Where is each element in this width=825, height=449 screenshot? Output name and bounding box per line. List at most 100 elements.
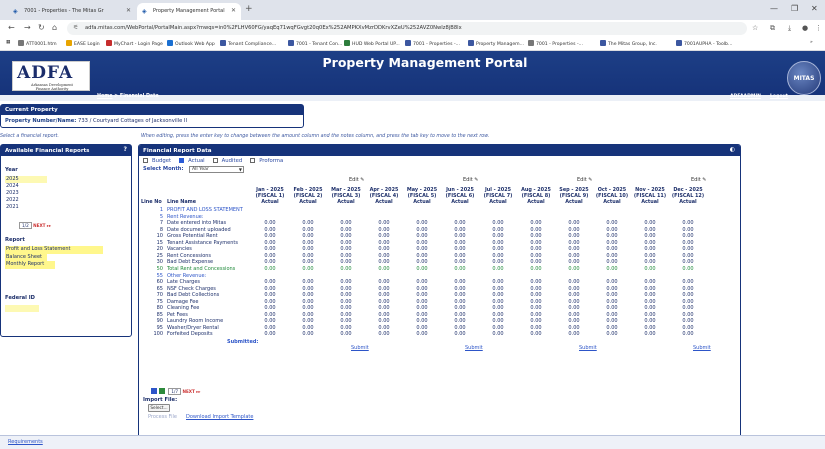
amount-cell[interactable]: 0.00 bbox=[519, 233, 553, 239]
amount-cell[interactable]: 0.00 bbox=[519, 312, 553, 318]
menu-icon[interactable]: ⋮ bbox=[815, 24, 822, 32]
amount-cell[interactable]: 0.00 bbox=[595, 233, 629, 239]
bookmark-item[interactable]: MyChart - Login Page bbox=[106, 40, 163, 47]
forward-icon[interactable]: → bbox=[24, 23, 31, 32]
amount-cell[interactable]: 0.00 bbox=[443, 299, 477, 305]
amount-cell[interactable]: 0.00 bbox=[671, 331, 705, 337]
amount-cell[interactable]: 0.00 bbox=[253, 292, 287, 298]
amount-cell[interactable]: 0.00 bbox=[443, 266, 477, 272]
amount-cell[interactable]: 0.00 bbox=[557, 240, 591, 246]
amount-cell[interactable]: 0.00 bbox=[291, 246, 325, 252]
bookmark-item[interactable]: Outlook Web App bbox=[167, 40, 215, 47]
amount-cell[interactable]: 0.00 bbox=[481, 312, 515, 318]
amount-cell[interactable]: 0.00 bbox=[671, 312, 705, 318]
amount-cell[interactable]: 0.00 bbox=[595, 253, 629, 259]
amount-cell[interactable]: 0.00 bbox=[329, 325, 363, 331]
amount-cell[interactable]: 0.00 bbox=[633, 331, 667, 337]
reload-icon[interactable]: ↻ bbox=[38, 23, 45, 32]
site-info-icon[interactable]: ⚟ bbox=[73, 24, 78, 31]
month-select[interactable]: All Year ▼ bbox=[189, 166, 244, 173]
checkbox-checked-icon[interactable] bbox=[179, 158, 185, 163]
amount-cell[interactable]: 0.00 bbox=[367, 312, 401, 318]
amount-cell[interactable]: 0.00 bbox=[595, 227, 629, 233]
bookmark-item[interactable]: 7001AUPHA - Toolb... bbox=[676, 40, 732, 47]
amount-cell[interactable]: 0.00 bbox=[557, 312, 591, 318]
export-icon[interactable] bbox=[159, 388, 165, 394]
amount-cell[interactable]: 0.00 bbox=[519, 292, 553, 298]
amount-cell[interactable]: 0.00 bbox=[443, 292, 477, 298]
amount-cell[interactable]: 0.00 bbox=[671, 233, 705, 239]
amount-cell[interactable]: 0.00 bbox=[291, 240, 325, 246]
amount-cell[interactable]: 0.00 bbox=[367, 286, 401, 292]
tab-portal[interactable]: ◈ Property Management Portal ✕ bbox=[137, 3, 241, 20]
amount-cell[interactable]: 0.00 bbox=[519, 246, 553, 252]
amount-cell[interactable]: 0.00 bbox=[595, 331, 629, 337]
amount-cell[interactable]: 0.00 bbox=[329, 312, 363, 318]
amount-cell[interactable]: 0.00 bbox=[253, 279, 287, 285]
tab-properties[interactable]: ◈ 7001 - Properties - The Mitas Gr ✕ bbox=[8, 3, 136, 20]
edit-link[interactable]: Edit ✎ bbox=[577, 177, 592, 183]
select-file-button[interactable]: Select... bbox=[148, 404, 170, 412]
amount-cell[interactable]: 0.00 bbox=[405, 325, 439, 331]
new-tab-icon[interactable]: + bbox=[245, 4, 253, 14]
requirements-link[interactable]: Requirements bbox=[8, 439, 43, 445]
amount-cell[interactable]: 0.00 bbox=[557, 279, 591, 285]
amount-cell[interactable]: 0.00 bbox=[405, 233, 439, 239]
amount-cell[interactable]: 0.00 bbox=[291, 253, 325, 259]
amount-cell[interactable]: 0.00 bbox=[443, 233, 477, 239]
amount-cell[interactable]: 0.00 bbox=[671, 266, 705, 272]
amount-cell[interactable]: 0.00 bbox=[443, 246, 477, 252]
grid-tool-icon[interactable] bbox=[151, 388, 157, 394]
amount-cell[interactable]: 0.00 bbox=[557, 259, 591, 265]
amount-cell[interactable]: 0.00 bbox=[519, 299, 553, 305]
amount-cell[interactable]: 0.00 bbox=[671, 253, 705, 259]
amount-cell[interactable]: 0.00 bbox=[481, 305, 515, 311]
amount-cell[interactable]: 0.00 bbox=[367, 331, 401, 337]
amount-cell[interactable]: 0.00 bbox=[405, 286, 439, 292]
amount-cell[interactable]: 0.00 bbox=[329, 233, 363, 239]
username-link[interactable]: ADFAADMIN bbox=[730, 94, 761, 99]
amount-cell[interactable]: 0.00 bbox=[481, 233, 515, 239]
amount-cell[interactable]: 0.00 bbox=[291, 266, 325, 272]
amount-cell[interactable]: 0.00 bbox=[329, 259, 363, 265]
amount-cell[interactable]: 0.00 bbox=[633, 233, 667, 239]
amount-cell[interactable]: 0.00 bbox=[633, 286, 667, 292]
amount-cell[interactable]: 0.00 bbox=[519, 305, 553, 311]
bookmark-item[interactable]: 7001 - Properties -... bbox=[405, 40, 460, 47]
amount-cell[interactable]: 0.00 bbox=[519, 240, 553, 246]
grid-page-box[interactable]: 1/7 bbox=[168, 388, 182, 395]
address-bar[interactable]: ⚟ adfa.mitas.com/WebPortal/PortalMain.as… bbox=[67, 22, 747, 35]
amount-cell[interactable]: 0.00 bbox=[481, 240, 515, 246]
amount-cell[interactable]: 0.00 bbox=[329, 227, 363, 233]
submit-link[interactable]: Submit bbox=[351, 345, 369, 351]
amount-cell[interactable]: 0.00 bbox=[633, 259, 667, 265]
amount-cell[interactable]: 0.00 bbox=[405, 312, 439, 318]
amount-cell[interactable]: 0.00 bbox=[253, 259, 287, 265]
amount-cell[interactable]: 0.00 bbox=[519, 220, 553, 226]
edit-link[interactable]: Edit ✎ bbox=[349, 177, 364, 183]
more-bookmarks-icon[interactable]: » bbox=[810, 40, 813, 45]
year-item[interactable]: 2024 bbox=[5, 183, 47, 190]
amount-cell[interactable]: 0.00 bbox=[633, 246, 667, 252]
amount-cell[interactable]: 0.00 bbox=[481, 220, 515, 226]
amount-cell[interactable]: 0.00 bbox=[253, 305, 287, 311]
amount-cell[interactable]: 0.00 bbox=[443, 305, 477, 311]
amount-cell[interactable]: 0.00 bbox=[367, 318, 401, 324]
amount-cell[interactable]: 0.00 bbox=[633, 292, 667, 298]
amount-cell[interactable]: 0.00 bbox=[367, 305, 401, 311]
amount-cell[interactable]: 0.00 bbox=[595, 259, 629, 265]
amount-cell[interactable]: 0.00 bbox=[595, 318, 629, 324]
amount-cell[interactable]: 0.00 bbox=[367, 227, 401, 233]
amount-cell[interactable]: 0.00 bbox=[671, 325, 705, 331]
amount-cell[interactable]: 0.00 bbox=[671, 292, 705, 298]
amount-cell[interactable]: 0.00 bbox=[291, 259, 325, 265]
year-item[interactable]: 2022 bbox=[5, 197, 47, 204]
extensions-icon[interactable]: ⧉ bbox=[770, 24, 775, 33]
amount-cell[interactable]: 0.00 bbox=[443, 279, 477, 285]
submit-link[interactable]: Submit bbox=[465, 345, 483, 351]
report-type-option[interactable]: Proforma bbox=[250, 158, 287, 164]
next-arrows-icon[interactable]: ▸▸ bbox=[47, 223, 51, 228]
amount-cell[interactable]: 0.00 bbox=[291, 312, 325, 318]
amount-cell[interactable]: 0.00 bbox=[405, 220, 439, 226]
amount-cell[interactable]: 0.00 bbox=[405, 331, 439, 337]
